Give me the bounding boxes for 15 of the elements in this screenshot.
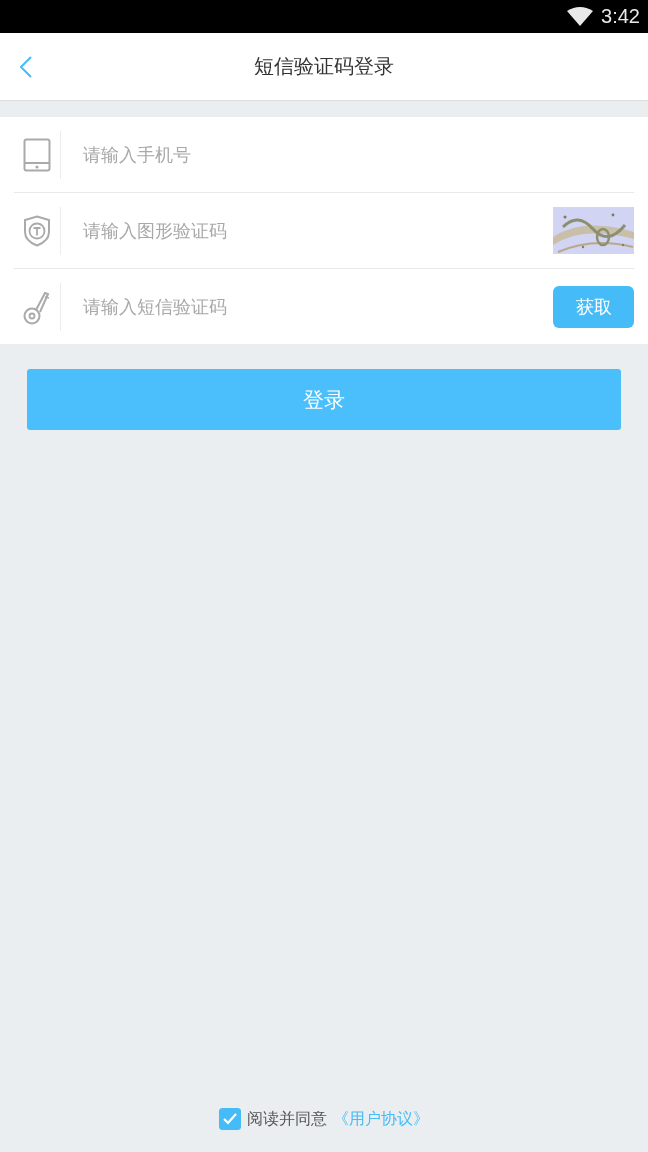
- agreement-checkbox[interactable]: [219, 1108, 241, 1130]
- input-field[interactable]: 请输入图形验证码: [81, 209, 553, 252]
- user-agreement-link[interactable]: 《用户协议》: [333, 1108, 429, 1130]
- status-time: 3:42: [601, 5, 640, 28]
- page-title: 短信验证码登录: [254, 53, 394, 80]
- login-button[interactable]: 登录: [27, 369, 621, 430]
- shield-icon: [23, 214, 51, 247]
- input-field[interactable]: 请输入手机号: [81, 133, 634, 176]
- tablet-icon: [23, 137, 51, 172]
- wifi-icon: [567, 6, 594, 27]
- back-icon: [20, 55, 32, 78]
- agreement-text: 阅读并同意: [247, 1108, 327, 1130]
- input-field[interactable]: 请输入短信验证码: [81, 285, 553, 328]
- get-code-button[interactable]: 获取: [553, 285, 634, 328]
- checkmark-icon: [223, 1113, 237, 1125]
